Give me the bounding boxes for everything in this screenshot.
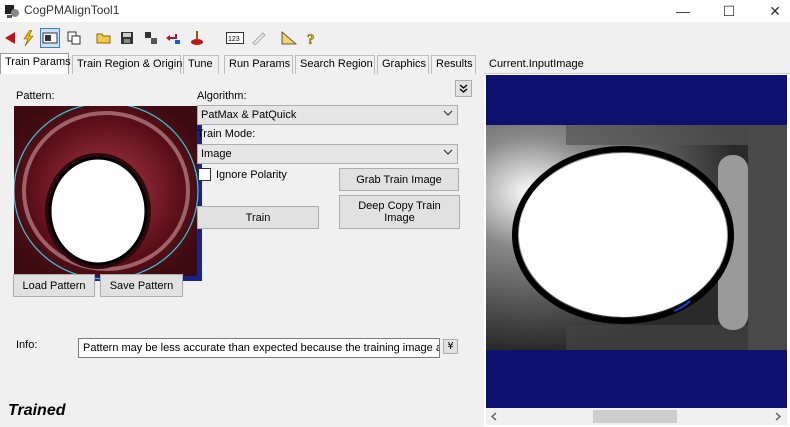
scrollbar-thumb[interactable] xyxy=(593,410,677,423)
image-panel-header: Current.InputImage xyxy=(484,55,790,74)
run-icon[interactable] xyxy=(0,28,20,48)
scroll-left-icon[interactable] xyxy=(490,412,498,421)
numeric-icon[interactable]: 123 xyxy=(225,28,245,48)
edit-icon xyxy=(249,28,269,48)
tab-graphics[interactable]: Graphics xyxy=(377,55,429,74)
maximize-button[interactable]: ☐ xyxy=(706,0,752,22)
title-bar: CogPMAlignTool1 — ☐ ✕ xyxy=(0,0,790,22)
tab-run-params[interactable]: Run Params xyxy=(224,55,293,74)
deep-copy-train-image-button[interactable]: Deep Copy Train Image xyxy=(339,195,460,229)
minimize-button[interactable]: — xyxy=(660,0,706,22)
ignore-polarity-checkbox[interactable] xyxy=(198,168,211,181)
info-text-field[interactable]: Pattern may be less accurate than expect… xyxy=(78,338,440,358)
load-pattern-button[interactable]: Load Pattern xyxy=(13,274,95,297)
grab-train-image-button[interactable]: Grab Train Image xyxy=(339,168,459,191)
deep-copy-line-1: Deep Copy Train xyxy=(358,200,441,212)
timing-icon[interactable] xyxy=(187,28,207,48)
tab-train-params[interactable]: Train Params xyxy=(0,53,71,74)
image-panel-title: Current.InputImage xyxy=(489,58,584,70)
train-mode-value: Image xyxy=(201,148,232,160)
open-folder-icon[interactable] xyxy=(94,28,114,48)
algorithm-value: PatMax & PatQuick xyxy=(201,109,297,121)
image-source-icon[interactable] xyxy=(40,28,60,48)
close-button[interactable]: ✕ xyxy=(752,0,790,22)
algorithm-select[interactable]: PatMax & PatQuick xyxy=(197,105,458,125)
input-image-display[interactable] xyxy=(486,75,787,408)
ruler-icon[interactable] xyxy=(279,28,299,48)
info-label: Info: xyxy=(16,339,38,351)
pattern-image xyxy=(14,106,202,281)
train-mode-label: Train Mode: xyxy=(197,128,256,140)
horizontal-scrollbar[interactable] xyxy=(486,408,787,425)
copy-icon[interactable] xyxy=(64,28,84,48)
reset-icon[interactable] xyxy=(163,28,183,48)
window-title: CogPMAlignTool1 xyxy=(24,3,120,17)
svg-text:123: 123 xyxy=(228,36,240,43)
svg-text:?: ? xyxy=(307,32,315,46)
lightning-icon[interactable] xyxy=(18,28,38,48)
save-icon[interactable] xyxy=(117,28,137,48)
tab-tune[interactable]: Tune xyxy=(183,55,219,74)
save-pattern-button[interactable]: Save Pattern xyxy=(100,274,183,297)
tab-train-region-origin[interactable]: Train Region & Origin xyxy=(72,55,182,74)
chevron-down-icon xyxy=(443,149,453,155)
status-text: Trained xyxy=(8,402,66,419)
app-icon xyxy=(5,5,19,18)
chevron-down-icon xyxy=(443,110,453,116)
double-chevron-down-icon xyxy=(459,83,468,93)
info-expand-button[interactable]: ¥ xyxy=(443,339,458,354)
pattern-label: Pattern: xyxy=(16,90,55,102)
help-icon[interactable]: ? xyxy=(302,28,322,48)
tab-search-region[interactable]: Search Region xyxy=(295,55,375,74)
deep-copy-line-2: Image xyxy=(384,212,415,224)
settings-icon[interactable] xyxy=(141,28,161,48)
scroll-right-icon[interactable] xyxy=(774,412,782,421)
toolbar: 123 ? xyxy=(0,26,790,50)
collapse-button[interactable] xyxy=(455,80,472,97)
ignore-polarity-label: Ignore Polarity xyxy=(216,169,287,181)
train-mode-select[interactable]: Image xyxy=(197,144,458,164)
train-button[interactable]: Train xyxy=(197,206,319,229)
tab-results[interactable]: Results xyxy=(431,55,476,74)
algorithm-label: Algorithm: xyxy=(197,90,247,102)
